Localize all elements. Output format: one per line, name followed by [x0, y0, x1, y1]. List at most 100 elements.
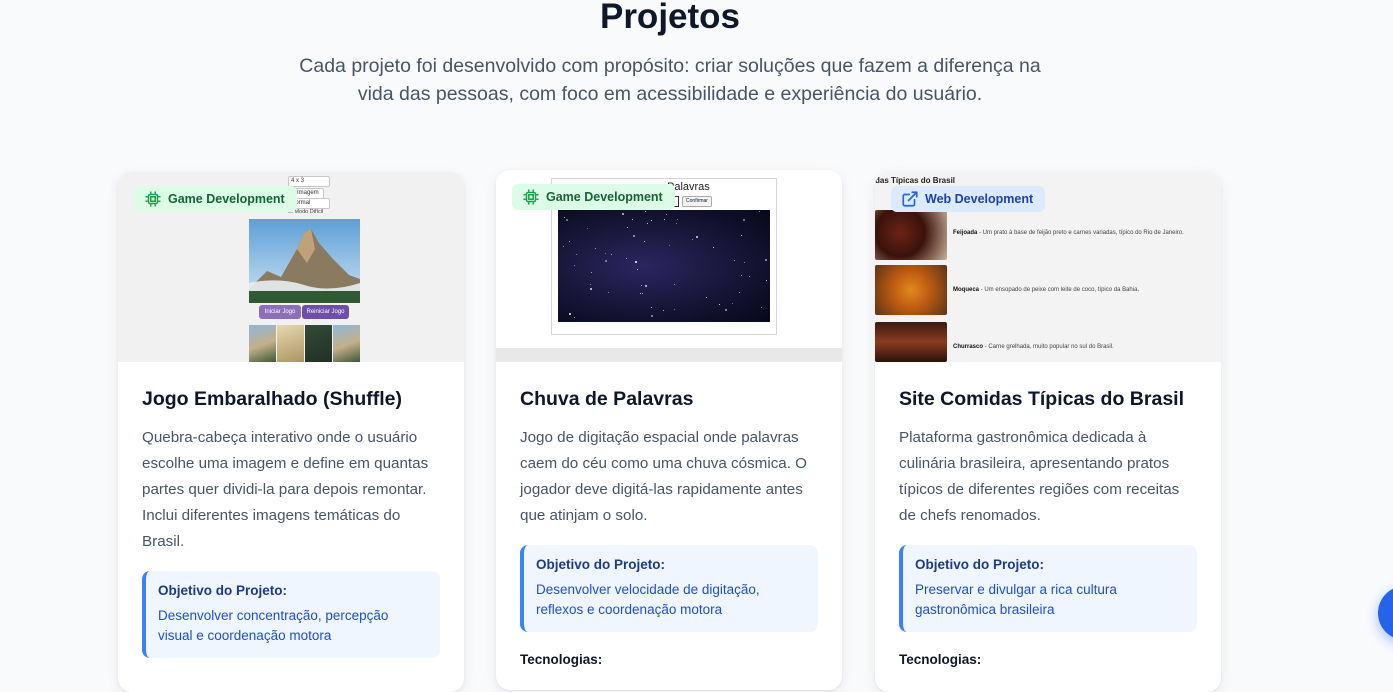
external-link-icon: [902, 191, 918, 207]
star-decoration: [621, 213, 624, 216]
star-decoration: [640, 285, 642, 287]
star-decoration: [674, 309, 676, 311]
star-decoration: [673, 283, 675, 285]
tech-label: Tecnologias:: [520, 652, 603, 667]
star-decoration: [576, 254, 578, 256]
star-decoration: [644, 241, 646, 243]
star-decoration: [743, 219, 746, 222]
star-decoration: [632, 235, 635, 238]
star-decoration: [696, 235, 699, 238]
star-decoration: [590, 284, 592, 286]
star-decoration: [568, 240, 570, 242]
project-description: Quebra-cabeça interativo onde o usuário …: [142, 429, 429, 550]
project-preview-image: 4 x 3 Imagem Normal ☐ Modo Difícil Inici…: [118, 172, 464, 362]
project-title: Chuva de Palavras: [520, 388, 694, 410]
star-decoration: [765, 279, 767, 281]
category-badge: Web Development: [891, 186, 1046, 212]
star-decoration: [758, 210, 760, 212]
chip-icon: [145, 191, 161, 207]
star-decoration: [591, 271, 593, 273]
project-description: Plataforma gastronômica dedicada à culin…: [899, 429, 1180, 524]
preview-bottom-bar: [496, 348, 842, 362]
star-decoration: [764, 259, 767, 262]
preview-heading: das Típicas do Brasil: [875, 176, 956, 185]
objective-text: Desenvolver concentração, percepção visu…: [158, 608, 389, 643]
section-title: Projetos: [599, 0, 741, 36]
preview-puzzle-tiles: [249, 325, 360, 362]
star-decoration: [642, 293, 644, 295]
preview-select: 4 x 3: [288, 176, 330, 187]
star-decoration: [651, 315, 654, 318]
chip-icon: [523, 189, 539, 205]
project-objective: Objetivo do Projeto: Preservar e divulga…: [899, 545, 1197, 632]
star-decoration: [626, 258, 628, 260]
star-decoration: [565, 218, 568, 221]
tech-label: Tecnologias:: [899, 652, 982, 667]
star-decoration: [718, 304, 720, 306]
star-decoration: [574, 264, 576, 266]
preview-reset-button: Reiniciar Jogo: [302, 305, 349, 319]
star-decoration: [748, 275, 750, 277]
star-decoration: [668, 244, 670, 246]
star-decoration: [724, 308, 727, 311]
project-card-shuffle[interactable]: 4 x 3 Imagem Normal ☐ Modo Difícil Inici…: [118, 172, 464, 692]
objective-text: Desenvolver velocidade de digitação, ref…: [536, 582, 760, 617]
floating-action-button[interactable]: [1378, 586, 1393, 640]
star-decoration: [645, 210, 647, 212]
star-decoration: [607, 291, 609, 293]
star-decoration: [635, 261, 638, 264]
preview-food-line: Churrasco - Carne grelhada, muito popula…: [953, 344, 1114, 350]
objective-label: Objetivo do Projeto:: [915, 557, 1045, 572]
star-decoration: [604, 252, 606, 254]
star-decoration: [664, 218, 666, 220]
star-decoration: [675, 222, 677, 224]
project-preview-image: das Típicas do Brasil Feijoada - Um prat…: [875, 172, 1221, 362]
star-decoration: [734, 259, 736, 261]
star-decoration: [563, 245, 565, 247]
project-preview-image: Palavras Confirmar Game Development: [496, 170, 842, 362]
star-decoration: [651, 307, 653, 309]
star-decoration: [640, 292, 642, 294]
star-decoration: [595, 247, 597, 249]
project-title: Jogo Embaralhado (Shuffle): [142, 388, 403, 410]
preview-food-line: Moqueca - Um ensopado de peixe com leite…: [953, 287, 1140, 293]
star-decoration: [743, 261, 745, 263]
category-badge: Game Development: [512, 184, 675, 210]
star-decoration: [590, 287, 593, 290]
star-decoration: [610, 254, 612, 256]
project-card-word-rain[interactable]: Palavras Confirmar Game Development Chuv…: [496, 170, 842, 690]
category-badge: Game Development: [134, 186, 297, 212]
preview-food-line: Feijoada - Um prato à base de feijão pre…: [953, 230, 1184, 236]
star-decoration: [605, 259, 607, 262]
star-decoration: [761, 307, 763, 309]
star-decoration: [713, 247, 715, 249]
preview-food-image: [875, 265, 947, 315]
star-decoration: [568, 313, 571, 316]
star-decoration: [738, 292, 740, 294]
objective-text: Preservar e divulgar a rica cultura gast…: [915, 582, 1117, 617]
project-objective: Objetivo do Projeto: Desenvolver concent…: [142, 571, 440, 658]
preview-mountain-image: [249, 219, 360, 303]
preview-food-image: [875, 210, 947, 260]
star-decoration: [650, 219, 652, 221]
star-decoration: [631, 218, 633, 220]
project-card-brazil-food[interactable]: das Típicas do Brasil Feijoada - Um prat…: [875, 172, 1221, 692]
star-decoration: [705, 296, 707, 298]
objective-label: Objetivo do Projeto:: [536, 557, 666, 572]
star-decoration: [637, 269, 639, 271]
star-decoration: [662, 309, 664, 311]
project-description: Jogo de digitação espacial onde palavras…: [520, 429, 807, 524]
star-decoration: [740, 235, 742, 237]
star-decoration: [692, 239, 694, 241]
star-decoration: [677, 219, 679, 221]
star-decoration: [732, 302, 734, 304]
star-decoration: [563, 216, 565, 218]
star-decoration: [644, 284, 647, 287]
project-objective: Objetivo do Projeto: Desenvolver velocid…: [520, 545, 818, 632]
objective-label: Objetivo do Projeto:: [158, 583, 288, 598]
star-decoration: [666, 213, 668, 215]
star-decoration: [627, 226, 629, 228]
preview-start-button: Iniciar Jogo: [259, 305, 301, 319]
preview-space-canvas: [558, 210, 770, 322]
star-decoration: [646, 223, 648, 225]
